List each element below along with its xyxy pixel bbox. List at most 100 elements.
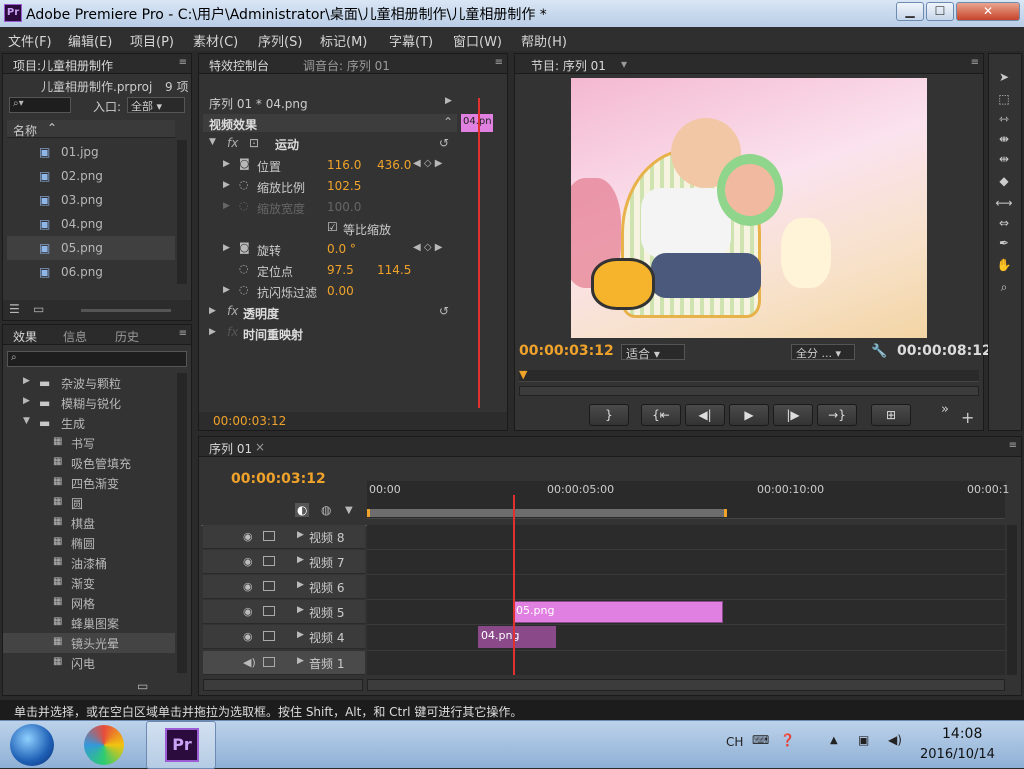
property-value[interactable]: 0.00: [327, 284, 354, 298]
timeline-scrollbar-vertical[interactable]: [1007, 525, 1017, 675]
effects-scrollbar[interactable]: [177, 373, 187, 673]
rolling-edit-tool-icon[interactable]: ⇼: [994, 132, 1014, 150]
list-item[interactable]: ▣ 01.jpg: [7, 140, 175, 164]
eye-icon[interactable]: ◉: [243, 555, 253, 568]
track-area[interactable]: 05.png 04.png: [367, 495, 1005, 675]
eye-icon[interactable]: ◉: [243, 530, 253, 543]
effects-folder[interactable]: ▶ ▬ 模糊与锐化: [3, 393, 175, 413]
menu-window[interactable]: 窗口(W): [453, 31, 502, 50]
entry-dropdown[interactable]: 全部 ▾: [127, 97, 185, 113]
playhead-line[interactable]: [478, 98, 480, 408]
expand-icon[interactable]: ▶: [297, 656, 304, 666]
keyframe-nav-icon[interactable]: ◀ ◇ ▶: [413, 242, 442, 253]
effect-item[interactable]: ▦ 四色渐变: [3, 473, 175, 493]
timeline-timecode[interactable]: 00:00:03:12: [231, 471, 326, 487]
show-hidden-icons[interactable]: ▲: [830, 735, 838, 746]
effect-item[interactable]: ▦ 镜头光晕: [3, 633, 175, 653]
stopwatch-icon[interactable]: ◙: [239, 157, 250, 170]
ripple-edit-tool-icon[interactable]: ⇿: [994, 112, 1014, 130]
effect-item[interactable]: ▦ 书写: [3, 433, 175, 453]
effect-item[interactable]: ▦ 椭圆: [3, 533, 175, 553]
list-item[interactable]: ▣ 04.png: [7, 212, 175, 236]
go-to-out-button[interactable]: →}: [817, 404, 857, 426]
list-item[interactable]: ▣ 02.png: [7, 164, 175, 188]
add-marker-icon[interactable]: ▼: [345, 505, 353, 516]
effect-item[interactable]: ▦ 渐变: [3, 573, 175, 593]
effect-item[interactable]: ▦ 蜂巢图案: [3, 613, 175, 633]
program-current-timecode[interactable]: 00:00:03:12: [519, 343, 614, 359]
name-column-header[interactable]: 名称 ⌃: [7, 120, 175, 138]
eye-icon[interactable]: ◉: [243, 605, 253, 618]
tab-program[interactable]: 节目: 序列 01: [531, 57, 606, 74]
property-value-y[interactable]: 436.0: [377, 158, 411, 172]
eye-icon[interactable]: ◉: [243, 630, 253, 643]
new-folder-icon[interactable]: ▭: [137, 679, 148, 693]
tab-effect-controls[interactable]: 特效控制台: [209, 57, 269, 74]
close-button[interactable]: ✕: [956, 2, 1020, 21]
go-to-in-button[interactable]: {⇤: [641, 404, 681, 426]
tab-sequence[interactable]: 序列 01: [209, 440, 252, 457]
list-item[interactable]: ▣ 03.png: [7, 188, 175, 212]
eye-icon[interactable]: ◉: [243, 580, 253, 593]
language-indicator[interactable]: CH: [726, 735, 743, 749]
effect-controls-timecode[interactable]: 00:00:03:12: [213, 414, 286, 428]
property-row-scale[interactable]: ▶ ◌ 缩放比例 102.5: [203, 176, 493, 197]
tab-audio-mixer[interactable]: 调音台: 序列 01: [303, 57, 390, 74]
effect-item[interactable]: ▦ 圆: [3, 493, 175, 513]
clock-date[interactable]: 2016/10/14: [920, 747, 995, 762]
panel-menu-icon[interactable]: ≡: [495, 57, 503, 68]
menu-help[interactable]: 帮助(H): [521, 31, 567, 50]
resolution-dropdown[interactable]: 全分 ... ▾: [791, 344, 855, 360]
track-header-audio1[interactable]: ◀) ▶ 音频 1: [203, 651, 365, 675]
playhead-marker-icon[interactable]: ▼: [519, 368, 527, 381]
timeline-clip[interactable]: 05.png: [513, 601, 723, 623]
minimize-button[interactable]: ▁: [896, 2, 924, 21]
effect-item[interactable]: ▦ 棋盘: [3, 513, 175, 533]
expand-icon[interactable]: ▶: [297, 555, 304, 565]
track-header-video7[interactable]: ◉ ▶ 视频 7: [203, 550, 365, 574]
project-scrollbar[interactable]: [177, 140, 187, 284]
tab-info[interactable]: 信息: [63, 328, 87, 345]
selection-tool-icon[interactable]: ➤: [994, 70, 1014, 88]
network-icon[interactable]: ▣: [858, 733, 869, 747]
effects-folder[interactable]: ▶ ▬ 杂波与颗粒: [3, 373, 175, 393]
track-select-tool-icon[interactable]: ⬚: [994, 92, 1014, 110]
pen-tool-icon[interactable]: ✒: [994, 236, 1014, 254]
mark-out-button[interactable]: }: [589, 404, 629, 426]
expand-icon[interactable]: ▶: [297, 630, 304, 640]
clip-mini-block[interactable]: 04.pn: [461, 114, 493, 132]
clock-time[interactable]: 14:08: [942, 726, 982, 742]
property-value[interactable]: 0.0 °: [327, 242, 356, 256]
track-header-video8[interactable]: ◉ ▶ 视频 8: [203, 525, 365, 549]
expand-icon[interactable]: ▶: [297, 530, 304, 540]
panel-menu-icon[interactable]: ≡: [1009, 440, 1017, 451]
property-value-x[interactable]: 97.5: [327, 263, 354, 277]
effect-item[interactable]: ▦ 油漆桶: [3, 553, 175, 573]
fit-dropdown[interactable]: 适合 ▾: [621, 344, 685, 361]
step-back-button[interactable]: ◀|: [685, 404, 725, 426]
search-input[interactable]: ⌕▾: [9, 97, 71, 113]
program-dropdown-icon[interactable]: ▾: [621, 57, 627, 71]
menu-file[interactable]: 文件(F): [8, 31, 52, 50]
track-header-video5[interactable]: ◉ ▶ 视频 5: [203, 600, 365, 624]
property-row-anchor[interactable]: ◌ 定位点 97.5 114.5: [203, 260, 493, 281]
collapse-up-icon[interactable]: ⌃: [443, 115, 453, 129]
opacity-row[interactable]: ▶ fx 透明度 ↺: [203, 302, 457, 323]
panel-menu-icon[interactable]: ≡: [179, 57, 187, 68]
speaker-icon[interactable]: ◀): [243, 656, 256, 669]
rate-stretch-tool-icon[interactable]: ⇹: [994, 152, 1014, 170]
effects-folder[interactable]: ▼ ▬ 生成: [3, 413, 175, 433]
tab-effects[interactable]: 效果: [13, 328, 37, 345]
volume-icon[interactable]: ◀): [888, 733, 902, 747]
icon-view-icon[interactable]: ▭: [33, 302, 44, 316]
marker-toggle-icon[interactable]: ◍: [321, 503, 331, 517]
slide-tool-icon[interactable]: ⇔: [994, 216, 1014, 234]
panel-menu-icon[interactable]: ≡: [179, 328, 187, 339]
track-header-video6[interactable]: ◉ ▶ 视频 6: [203, 575, 365, 599]
step-forward-button[interactable]: |▶: [773, 404, 813, 426]
add-button-icon[interactable]: +: [961, 408, 974, 427]
motion-row[interactable]: ▼ fx ⊡ 运动 ↺: [203, 134, 457, 154]
start-button[interactable]: [10, 724, 54, 766]
property-value-y[interactable]: 114.5: [377, 263, 411, 277]
razor-tool-icon[interactable]: ◆: [994, 174, 1014, 192]
